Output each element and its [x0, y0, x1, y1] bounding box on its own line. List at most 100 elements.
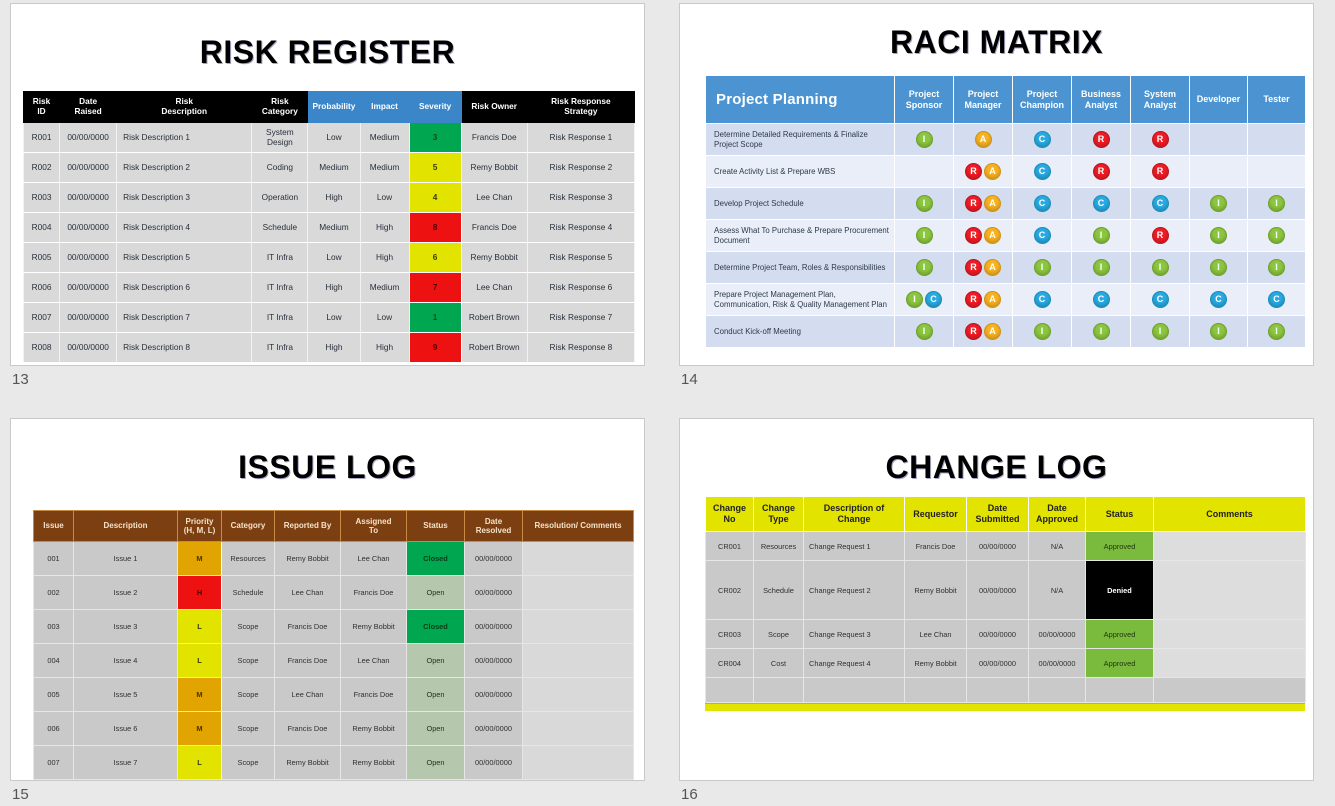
slide-cell-13[interactable]: RISK REGISTER Risk ID Date Raised Risk Descri… — [10, 3, 645, 388]
raci-cell-3-3[interactable]: I — [1071, 219, 1131, 252]
table-row[interactable]: Create Activity List & Prepare WBS R A C R R — [705, 155, 1306, 188]
raci-cell-5-6[interactable]: C — [1247, 283, 1306, 316]
raci-badge-a-icon: A — [984, 163, 1001, 180]
raci-cell-3-6[interactable]: I — [1247, 219, 1306, 252]
il-cell-0-1: Issue 1 — [73, 541, 178, 576]
table-row[interactable]: R007 00/00/0000 Risk Description 7 IT Infra… — [22, 302, 636, 333]
raci-cell-2-6[interactable]: I — [1247, 187, 1306, 220]
raci-task-label: Conduct Kick-off Meeting — [705, 315, 895, 348]
rr-cell-1-6: 5 — [408, 152, 462, 183]
raci-cell-0-6[interactable] — [1247, 123, 1306, 156]
raci-cell-4-3[interactable]: I — [1071, 251, 1131, 284]
raci-cell-0-4[interactable]: R — [1130, 123, 1190, 156]
raci-cell-5-2[interactable]: C — [1012, 283, 1072, 316]
table-row[interactable]: 003 Issue 3 L Scope Francis Doe Remy Bobbit Cl… — [33, 609, 634, 644]
raci-cell-3-5[interactable]: I — [1189, 219, 1248, 252]
table-row[interactable]: Prepare Project Management Plan, Communi… — [705, 283, 1306, 316]
table-row[interactable]: Develop Project Schedule I R A C C C I I — [705, 187, 1306, 220]
raci-cell-4-2[interactable]: I — [1012, 251, 1072, 284]
slide-14[interactable]: RACI MATRIX Project Planning Project Spons… — [679, 3, 1314, 366]
raci-cell-6-4[interactable]: I — [1130, 315, 1190, 348]
table-row[interactable]: R001 00/00/0000 Risk Description 1 System De… — [22, 122, 636, 153]
table-row[interactable]: R006 00/00/0000 Risk Description 6 IT Infra… — [22, 272, 636, 303]
raci-cell-2-0[interactable]: I — [894, 187, 954, 220]
raci-cell-2-4[interactable]: C — [1130, 187, 1190, 220]
table-row[interactable]: 001 Issue 1 M Resources Remy Bobbit Lee Chan C… — [33, 541, 634, 576]
raci-cell-3-4[interactable]: R — [1130, 219, 1190, 252]
raci-cell-4-4[interactable]: I — [1130, 251, 1190, 284]
table-row[interactable]: Determine Detailed Requirements & Finali… — [705, 123, 1306, 156]
raci-cell-3-0[interactable]: I — [894, 219, 954, 252]
raci-cell-5-1[interactable]: RA — [953, 283, 1013, 316]
raci-badge-c-icon: C — [1268, 291, 1285, 308]
raci-cell-2-2[interactable]: C — [1012, 187, 1072, 220]
raci-cell-2-5[interactable]: I — [1189, 187, 1248, 220]
raci-cell-4-5[interactable]: I — [1189, 251, 1248, 284]
rr-cell-3-4: Medium — [307, 212, 361, 243]
raci-cell-6-6[interactable]: I — [1247, 315, 1306, 348]
raci-cell-0-5[interactable] — [1189, 123, 1248, 156]
raci-cell-4-6[interactable]: I — [1247, 251, 1306, 284]
raci-cell-2-1[interactable]: RA — [953, 187, 1013, 220]
table-row[interactable]: 007 Issue 7 L Scope Remy Bobbit Remy Bobbit Op… — [33, 745, 634, 780]
raci-cell-5-5[interactable]: C — [1189, 283, 1248, 316]
rr-col-header-7: Risk Owner — [460, 91, 528, 123]
raci-cell-1-1[interactable]: RA — [953, 155, 1013, 188]
raci-cell-6-2[interactable]: I — [1012, 315, 1072, 348]
slide-cell-14[interactable]: RACI MATRIX Project Planning Project Spons… — [679, 3, 1314, 388]
table-row[interactable]: R002 00/00/0000 Risk Description 2 Coding Me… — [22, 152, 636, 183]
raci-cell-3-1[interactable]: RA — [953, 219, 1013, 252]
rr-cell-5-4: High — [307, 272, 361, 303]
raci-cell-6-3[interactable]: I — [1071, 315, 1131, 348]
table-row[interactable]: Assess What To Purchase & Prepare Procur… — [705, 219, 1306, 252]
table-row[interactable]: Determine Project Team, Roles & Responsi… — [705, 251, 1306, 284]
table-row[interactable]: R005 00/00/0000 Risk Description 5 IT Infra… — [22, 242, 636, 273]
table-row[interactable]: Conduct Kick-off Meeting I R A I I I I I — [705, 315, 1306, 348]
raci-cell-0-3[interactable]: R — [1071, 123, 1131, 156]
table-row[interactable]: CR003 Scope Change Request 3 Lee Chan 00/00/… — [705, 619, 1306, 649]
slide-13[interactable]: RISK REGISTER Risk ID Date Raised Risk Descri… — [10, 3, 645, 366]
table-row[interactable]: CR004 Cost Change Request 4 Remy Bobbit 00/0… — [705, 648, 1306, 678]
raci-cell-3-2[interactable]: C — [1012, 219, 1072, 252]
raci-cell-5-4[interactable]: C — [1130, 283, 1190, 316]
table-row[interactable]: CR002 Schedule Change Request 2 Remy Bobbit… — [705, 560, 1306, 620]
raci-cell-4-1[interactable]: RA — [953, 251, 1013, 284]
cl-cell-1-3: Remy Bobbit — [904, 560, 967, 620]
table-row[interactable]: 005 Issue 5 M Scope Lee Chan Francis Doe Open 0… — [33, 677, 634, 712]
raci-cell-0-2[interactable]: C — [1012, 123, 1072, 156]
raci-cell-1-3[interactable]: R — [1071, 155, 1131, 188]
raci-cell-1-2[interactable]: C — [1012, 155, 1072, 188]
raci-cell-1-6[interactable] — [1247, 155, 1306, 188]
raci-badge-i-icon: I — [1092, 227, 1110, 244]
raci-cell-5-0[interactable]: IC — [894, 283, 954, 316]
table-row[interactable]: R004 00/00/0000 Risk Description 4 Schedule… — [22, 212, 636, 243]
table-row[interactable]: 002 Issue 2 H Schedule Lee Chan Francis Doe Op… — [33, 575, 634, 610]
slide-cell-16[interactable]: CHANGE LOG Change No Change Type Description… — [679, 418, 1314, 803]
il-cell-0-3: Resources — [221, 541, 275, 576]
raci-badge-r-icon: R — [1092, 131, 1110, 148]
table-row[interactable]: R008 00/00/0000 Risk Description 8 IT Infra… — [22, 332, 636, 363]
raci-cell-0-1[interactable]: A — [953, 123, 1013, 156]
table-row[interactable]: 004 Issue 4 L Scope Francis Doe Lee Chan Open 0… — [33, 643, 634, 678]
raci-cell-4-0[interactable]: I — [894, 251, 954, 284]
rr-cell-2-2: Risk Description 3 — [116, 182, 253, 213]
raci-cell-6-1[interactable]: RA — [953, 315, 1013, 348]
raci-cell-1-5[interactable] — [1189, 155, 1248, 188]
raci-cell-2-3[interactable]: C — [1071, 187, 1131, 220]
raci-cell-1-0[interactable] — [894, 155, 954, 188]
slide-15[interactable]: ISSUE LOG Issue Description Priority (H, M,… — [10, 418, 645, 781]
slide-cell-15[interactable]: ISSUE LOG Issue Description Priority (H, M,… — [10, 418, 645, 803]
table-row[interactable]: R003 00/00/0000 Risk Description 3 Operatio… — [22, 182, 636, 213]
cl-cell-0-3: Francis Doe — [904, 531, 967, 561]
table-row[interactable]: CR001 Resources Change Request 1 Francis Do… — [705, 531, 1306, 561]
raci-cell-0-0[interactable]: I — [894, 123, 954, 156]
slide-16[interactable]: CHANGE LOG Change No Change Type Description… — [679, 418, 1314, 781]
table-row[interactable]: 006 Issue 6 M Scope Francis Doe Remy Bobbit Op… — [33, 711, 634, 746]
raci-badge-r-icon: R — [965, 227, 982, 244]
raci-cell-5-3[interactable]: C — [1071, 283, 1131, 316]
table-row[interactable] — [705, 677, 1306, 703]
raci-cell-1-4[interactable]: R — [1130, 155, 1190, 188]
raci-cell-6-0[interactable]: I — [894, 315, 954, 348]
raci-cell-6-5[interactable]: I — [1189, 315, 1248, 348]
cl-cell-2-3: Lee Chan — [904, 619, 967, 649]
